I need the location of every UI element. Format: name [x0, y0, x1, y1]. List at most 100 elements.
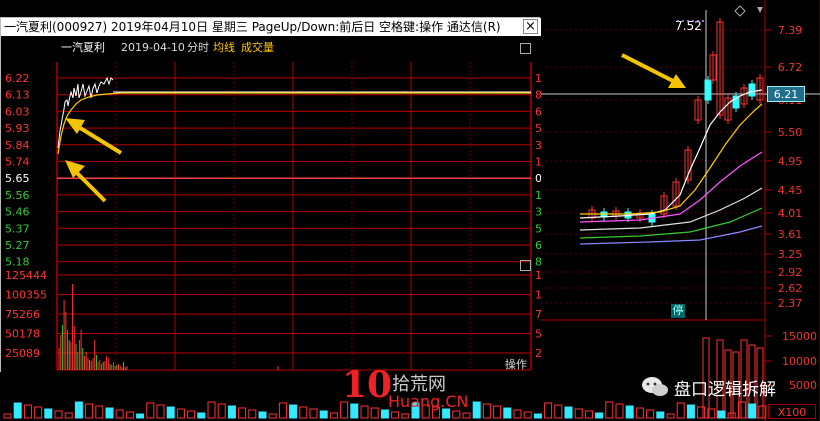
price-tick: 6.03 — [5, 105, 30, 118]
site-logo: 10 拾荒网 Huang.CN — [342, 364, 472, 418]
operate-label[interactable]: 操作 — [505, 359, 527, 371]
bottom-volume-bar — [564, 406, 573, 419]
bottom-volume-bar — [74, 401, 83, 419]
moving-average-line — [579, 89, 763, 219]
intraday-popup-window[interactable]: 一汽夏利(000927) 2019年04月10日 星期三 PageUp/Down… — [0, 17, 541, 373]
candle-body — [704, 79, 712, 101]
chart-date: 2019-04-10 — [121, 41, 185, 54]
bottom-volume-bar — [533, 413, 542, 419]
price-tick: 5.84 — [5, 139, 30, 152]
price-tick: 5.65 — [5, 172, 30, 185]
price-tick: 5.18 — [5, 256, 30, 269]
logo-number: 10 — [342, 364, 393, 406]
kline-price-tick: 2.62 — [778, 282, 803, 295]
bottom-volume-bar — [615, 403, 624, 419]
kline-vol-tick: 10000 — [782, 355, 817, 368]
bottom-volume-bar — [299, 406, 308, 419]
price-tick: 5.74 — [5, 156, 30, 169]
avg-line-label[interactable]: 均线 — [213, 42, 235, 54]
bottom-volume-bar — [625, 405, 634, 419]
bottom-volume-bar — [125, 411, 134, 419]
bottom-volume-bar — [493, 405, 502, 419]
bottom-volume-bar — [503, 407, 512, 419]
bottom-volume-bar — [197, 412, 206, 419]
bottom-volume-bar — [258, 411, 267, 419]
bottom-volume-bar — [268, 413, 277, 419]
price-tick: 6.13 — [5, 89, 30, 102]
volume-tick: 125444 — [5, 269, 47, 282]
volume-tick-right: 50178 — [535, 328, 541, 341]
bottom-volume-bar — [482, 403, 491, 419]
bottom-volume-bar — [544, 402, 553, 419]
pct-tick: 5.04% — [535, 122, 541, 135]
volume-tick-right: 100355 — [535, 289, 541, 302]
close-button[interactable]: × — [523, 19, 538, 34]
bottom-volume-bar — [136, 413, 145, 419]
volume-menu-button[interactable] — [520, 260, 531, 271]
wechat-icon — [642, 377, 668, 396]
suspend-marker: 停 — [671, 304, 685, 318]
volume-tick: 25089 — [5, 347, 40, 360]
bottom-volume-bar — [329, 412, 338, 419]
volume-tick-right: 25089 — [535, 347, 541, 360]
bottom-volume-bar — [646, 409, 655, 419]
diamond-icon — [734, 5, 746, 17]
bottom-volume-bar — [554, 404, 563, 419]
bottom-volume-bar — [278, 402, 287, 419]
bottom-volume-bar — [309, 408, 318, 419]
pct-tick: 1.68% — [535, 156, 541, 169]
kline-price-tick: 5.50 — [778, 126, 803, 139]
price-tick: 6.22 — [5, 72, 30, 85]
bottom-volume-bar — [523, 411, 532, 419]
volume-tick-right: 75266 — [535, 308, 541, 321]
bottom-volume-bar — [513, 409, 522, 419]
bottom-volume-bar — [44, 408, 53, 419]
price-tick: 5.27 — [5, 239, 30, 252]
kline-vol-tick: 5000 — [789, 379, 817, 392]
pct-tick: 6.73% — [535, 239, 541, 252]
kline-price-tick: 4.95 — [778, 155, 803, 168]
logo-site-url: Huang.CN — [388, 392, 469, 411]
triangle-down-icon — [757, 7, 763, 13]
bottom-volume-bar — [105, 407, 114, 419]
price-tick: 5.37 — [5, 222, 30, 235]
candle-body — [748, 83, 756, 97]
bottom-volume-bar — [3, 413, 12, 419]
chart-menu-button[interactable] — [520, 43, 531, 54]
chart-mode: 分时 — [187, 41, 209, 54]
bottom-volume-bar — [34, 406, 43, 419]
pct-tick: 6.73% — [535, 105, 541, 118]
kline-price-tick: 3.61 — [778, 228, 803, 241]
pct-tick: 3.36% — [535, 206, 541, 219]
kline-price-tick: 4.45 — [778, 184, 803, 197]
intraday-chart: 6.22 10.09% 6.13 8.41% 6.03 6.73% 5.93 5.04% 5.8… — [1, 36, 541, 373]
kline-price-tick: 7.39 — [778, 24, 803, 37]
bottom-volume-bar — [574, 408, 583, 419]
bottom-volume-bar — [23, 404, 32, 419]
kline-vol-tick: 15000 — [782, 330, 817, 343]
bottom-volume-bar — [656, 411, 665, 419]
volume-tick: 75266 — [5, 308, 40, 321]
bottom-volume-bar — [727, 412, 736, 419]
bottom-volume-bar — [289, 404, 298, 419]
volume-label[interactable]: 成交量 — [241, 42, 274, 54]
wechat-account-name: 盘口逻辑拆解 — [674, 380, 776, 400]
price-tick: 5.56 — [5, 189, 30, 202]
bottom-volume-bar — [13, 402, 22, 419]
bottom-volume-bar — [635, 407, 644, 419]
volume-tick: 100355 — [5, 289, 47, 302]
volume-tick: 50178 — [5, 328, 40, 341]
bottom-volume-bar — [319, 410, 328, 419]
bottom-volume-bar — [187, 410, 196, 419]
bottom-volume-bar — [748, 403, 757, 419]
bottom-volume-bar — [85, 403, 94, 419]
pct-tick: 5.04% — [535, 222, 541, 235]
kline-price-tick: 2.92 — [778, 266, 803, 279]
bottom-volume-bar — [95, 405, 104, 419]
bottom-volume-bar — [166, 406, 175, 419]
bottom-volume-bar — [54, 410, 63, 419]
zoom-label: X100 — [768, 404, 816, 419]
kline-price-tick: 6.72 — [778, 61, 803, 74]
pct-tick: 8.41% — [535, 89, 541, 102]
bottom-volume-bar — [584, 410, 593, 419]
